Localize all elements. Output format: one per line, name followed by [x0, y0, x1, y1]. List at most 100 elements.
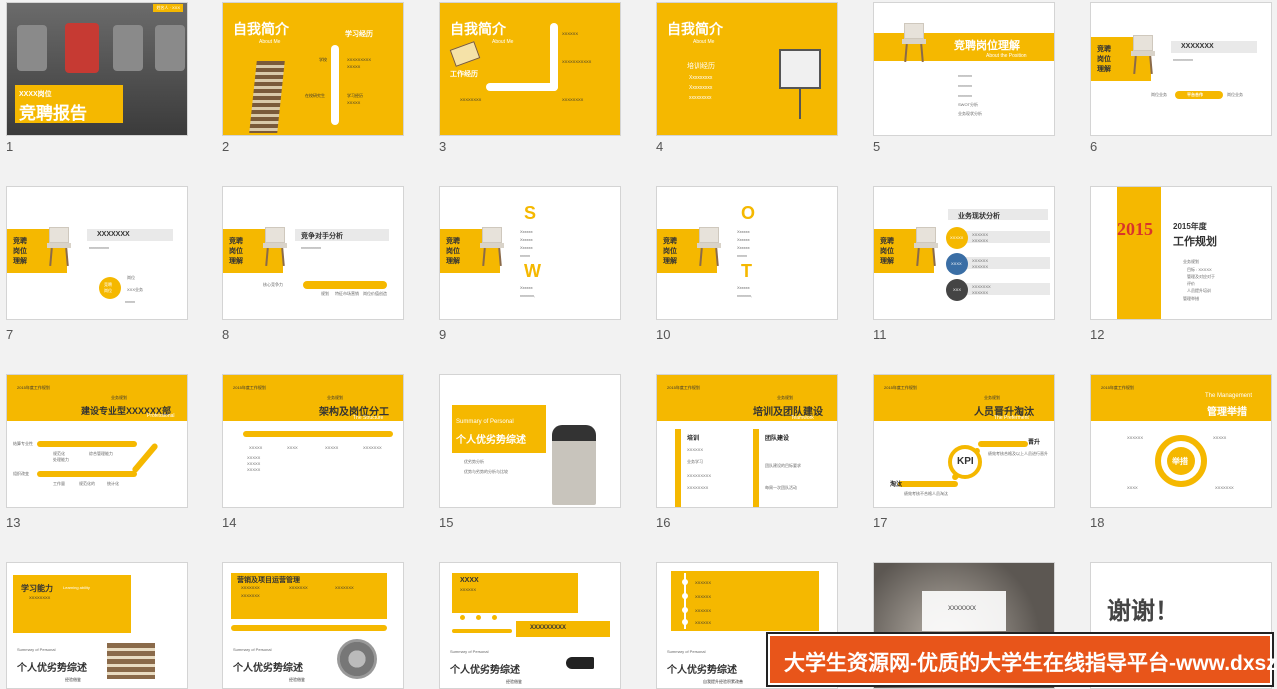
item: 核心竞争力: [263, 282, 283, 287]
slide-thumbnail-19[interactable]: 学习能力 Learning ability XXXXXXXX Summary o…: [6, 562, 188, 689]
year-label: 2015年度: [1173, 222, 1207, 231]
slide-subtitle: Professional: [147, 413, 175, 419]
slide-thumbnail-7[interactable]: 竞聘 岗位 理解 XXXXXXX xxxxxxxxxx 竞聘 岗位 岗位 XXX…: [6, 186, 188, 320]
item: XXXXXXX: [335, 585, 354, 590]
item: 学习经历: [347, 93, 363, 98]
footer-label: 经验借鉴: [65, 677, 81, 682]
slide-number: 6: [1090, 139, 1098, 154]
slide-thumbnail-21[interactable]: XXXX XXXXXX XXXXXXXXX Summary of Persona…: [439, 562, 621, 689]
item: Xxxxxx: [520, 285, 533, 290]
item: 优势与劣势的分析与比较: [464, 469, 508, 474]
item: xxxxx: [737, 253, 747, 258]
side-label: 竞聘 岗位 理解: [663, 238, 677, 265]
slide-thumbnail-5[interactable]: 竞聘岗位理解 About the Position xxxxxxx xxxxxx…: [873, 2, 1055, 136]
slide-subtitle: Learning ability: [63, 585, 90, 590]
item: 组织改变: [13, 471, 29, 476]
side-label: 竞聘 岗位 理解: [1097, 46, 1111, 73]
slide-thumbnail-14[interactable]: 2015年度工作规划 业务规划 架构及岗位分工 The Structure XX…: [222, 374, 404, 508]
slide-thumbnail-17[interactable]: 2015年度工作规划 业务规划 人员晋升淘汰 The Preferment KP…: [873, 374, 1055, 508]
slide-thumbnail-3[interactable]: 自我简介 About Me 工作经历 XXXXXX XXXXXXXXXXX XX…: [439, 2, 621, 136]
slide-thumbnail-12[interactable]: 2015 2015年度 工作规划 业务规划 目标 : XXXXX 管理及对应对于…: [1090, 186, 1272, 320]
slide-thumbnail-10[interactable]: 竞聘 岗位 理解 O T Xxxxxx Xxxxxx Xxxxxx xxxxx …: [656, 186, 838, 320]
banner-text: 大学生资源网-优质的大学生在线指导平台-www.dxszyw.cn: [784, 652, 1277, 675]
top-label: 2015年度工作规划: [667, 385, 700, 390]
structure-bar: [243, 431, 393, 437]
timeline-dot: [682, 579, 688, 585]
trend-bar: [898, 481, 958, 487]
process-bar: [231, 625, 387, 631]
item: XXXXXXX: [289, 585, 308, 590]
year-graphic: 2015: [1117, 219, 1153, 239]
slide-thumbnail-20[interactable]: 营销及项目运营管理 XXXXXXX XXXXXXX XXXXXXX XXXXXX…: [222, 562, 404, 689]
slide-thumbnail-6[interactable]: 竞聘 岗位 理解 XXXXXXX xxxxxxxxxx 岗位业务 平台合作 岗位…: [1090, 2, 1272, 136]
timeline-dot: [476, 615, 481, 620]
item: 学校: [319, 57, 327, 62]
chair-image: [47, 227, 71, 267]
item: 绩效考核不合格人员淘汰: [904, 491, 948, 496]
item: xxxxxxx: [958, 73, 972, 78]
path-label: 岗位业务: [1151, 92, 1167, 97]
notebook-image: [449, 41, 481, 67]
top-label: 2015年度工作规划: [17, 385, 50, 390]
section-heading: 培训: [687, 436, 700, 442]
slide-thumbnail-4[interactable]: 自我简介 About Me 培训经历 Xxxxxxxxx Xxxxxxxxx x…: [656, 2, 838, 136]
item: XXXXXX: [695, 620, 712, 625]
slide-thumbnail-1[interactable]: 姓名人 · XXX XXXX岗位 竞聘报告: [6, 2, 188, 136]
item: 优劣势分析: [464, 459, 484, 464]
item: XXXXXX: [1127, 435, 1144, 440]
slide-thumbnail-16[interactable]: 2015年度工作规划 业务规划 培训及团队建设 Teamwork 培训 团队建设…: [656, 374, 838, 508]
slide-number: 5: [873, 139, 881, 154]
chair-image: [914, 227, 938, 267]
slide-thumbnail-15[interactable]: Summary of Personal 个人优劣势综述 优劣势分析 优势与劣势的…: [439, 374, 621, 508]
slide-title: 竞聘岗位理解: [954, 40, 1020, 52]
promote-label: 晋升: [1028, 440, 1041, 446]
circle-label: XXXX: [951, 261, 962, 266]
item: XXXX: [1127, 485, 1138, 490]
slide-title: 竞聘报告: [19, 104, 87, 123]
slide-subtitle-en: Summary of Personal: [667, 649, 706, 654]
slide-thumbnail-8[interactable]: 竞聘 岗位 理解 竞争对手分析 xxxxxxxxxx 核心竞争力 规划 特征市场…: [222, 186, 404, 320]
projector-screen-image: [779, 49, 821, 89]
gears-image: [337, 639, 377, 679]
path-label: 岗位业务: [1227, 92, 1243, 97]
side-band: [1117, 187, 1161, 319]
slide-thumbnail-11[interactable]: 竞聘 岗位 理解 业务现状分析 XXXXX XXXX XXX XXXXXX XX…: [873, 186, 1055, 320]
column-head: XXXXX: [249, 445, 263, 450]
item: Xxxxxx: [737, 245, 750, 250]
path-label: 平台合作: [1187, 92, 1203, 97]
timeline-dot: [682, 619, 688, 625]
chair-image: [1131, 35, 1155, 75]
slide-number: 8: [222, 327, 230, 342]
item: 在校研究生: [305, 93, 325, 98]
item: XXXXXXXXX: [530, 625, 567, 631]
slide-thumbnail-2[interactable]: 自我简介 About Me 学习经历 学校 XXXXXXXXX XXXXX 在校…: [222, 2, 404, 136]
slide-thumbnail-18[interactable]: 2015年度工作规划 The Management 管理举措 举措 XXXXXX…: [1090, 374, 1272, 508]
seat-row: [17, 25, 47, 71]
slide-title: 谢谢！: [1107, 598, 1179, 625]
eliminate-label: 淘汰: [890, 482, 903, 488]
timeline-bar: [331, 45, 339, 125]
item: 绩效考核合格及以上人员进行晋升: [988, 451, 1048, 456]
slide-number: 11: [873, 327, 887, 342]
slide-thumbnail-13[interactable]: 2015年度工作规划 业务规划 建设专业型XXXXXX部 Professiona…: [6, 374, 188, 508]
pipe-image: [566, 657, 594, 669]
seat-row: [155, 25, 185, 71]
item: XXX业务: [127, 287, 144, 292]
item: 管理及对应对于: [1187, 274, 1215, 279]
item: XXXXXXX: [1215, 485, 1234, 490]
slide-thumbnail-9[interactable]: 竞聘 岗位 理解 S W Xxxxxx Xxxxxx Xxxxxx xxxxx …: [439, 186, 621, 320]
slide-title: 个人优劣势综述: [450, 665, 520, 676]
item: xxxxxxx,: [737, 293, 753, 298]
item: 岗位价值创造: [363, 291, 387, 296]
name-tag: 姓名人 · XXX: [153, 4, 183, 12]
column-head: XXXXXXX: [363, 445, 382, 450]
slide-subtitle: About Me: [259, 39, 281, 45]
slide-title: 个人优劣势综述: [17, 663, 87, 674]
process-bar: [37, 441, 137, 447]
slide-number: 18: [1090, 515, 1105, 530]
item: xxxxxxxxxx: [301, 245, 321, 250]
item: xxxxxxxxxx: [89, 245, 109, 250]
item: xxxxxxxxxx: [1173, 57, 1193, 62]
item: 团队建设的目标要求: [765, 463, 801, 468]
top-label: 2015年度工作规划: [233, 385, 266, 390]
